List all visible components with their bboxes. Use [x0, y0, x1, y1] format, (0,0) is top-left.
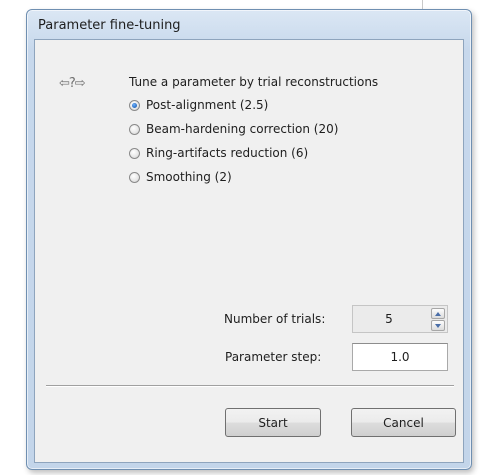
window-title: Parameter fine-tuning	[38, 18, 181, 33]
radio-button-selected-icon[interactable]	[129, 99, 140, 111]
radio-label: Beam-hardening correction (20)	[146, 122, 339, 136]
radio-label: Smoothing (2)	[146, 170, 232, 184]
cancel-button[interactable]: Cancel	[351, 408, 456, 437]
radio-smoothing[interactable]: Smoothing (2)	[129, 168, 232, 186]
arrow-down-icon	[435, 323, 441, 328]
step-label: Parameter step:	[225, 350, 322, 364]
spin-down-button[interactable]	[431, 320, 445, 331]
separator-line	[46, 385, 454, 387]
dialog-window: Parameter fine-tuning ⇦?⇨ Tune a paramet…	[26, 9, 472, 470]
trials-spinbox[interactable]: 5	[352, 305, 448, 333]
arrow-up-icon	[435, 311, 441, 316]
tune-group-title: Tune a parameter by trial reconstruction…	[129, 75, 379, 89]
parameter-step-input[interactable]	[352, 343, 448, 371]
title-bar[interactable]: Parameter fine-tuning	[27, 10, 471, 40]
radio-button-icon[interactable]	[129, 171, 140, 183]
radio-button-icon[interactable]	[129, 123, 140, 135]
radio-beam-hardening[interactable]: Beam-hardening correction (20)	[129, 120, 338, 138]
radio-button-icon[interactable]	[129, 147, 140, 159]
trials-value[interactable]: 5	[353, 306, 425, 332]
start-button[interactable]: Start	[225, 408, 321, 437]
radio-post-alignment[interactable]: Post-alignment (2.5)	[129, 96, 268, 114]
help-arrows-icon[interactable]: ⇦?⇨	[59, 76, 86, 91]
dialog-client-area: ⇦?⇨ Tune a parameter by trial reconstruc…	[34, 39, 464, 463]
radio-label: Ring-artifacts reduction (6)	[146, 146, 309, 160]
spin-up-button[interactable]	[431, 308, 445, 319]
radio-label: Post-alignment (2.5)	[146, 98, 269, 112]
radio-ring-artifacts[interactable]: Ring-artifacts reduction (6)	[129, 144, 308, 162]
trials-label: Number of trials:	[224, 312, 326, 326]
